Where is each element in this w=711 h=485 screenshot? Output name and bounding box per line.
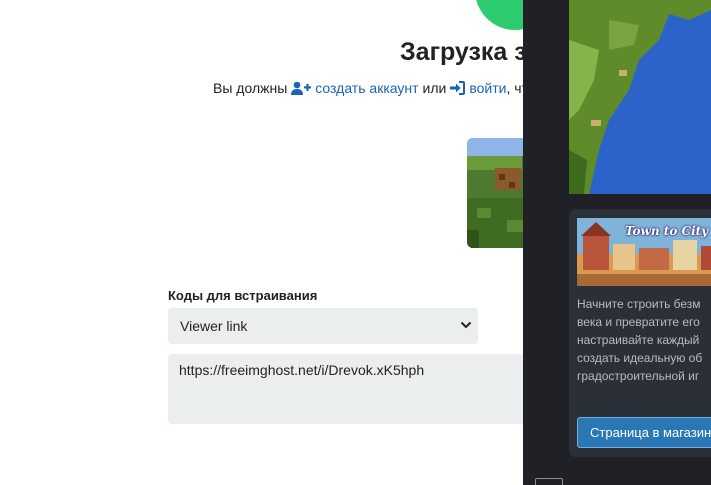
steam-overlay-panel: Town to City Начните строить безм века и…	[523, 0, 711, 485]
login-link[interactable]: войти	[450, 80, 506, 96]
login-prompt: Вы должны создать аккаунт или войти , чт	[213, 80, 528, 96]
embed-code-selected: Viewer link	[180, 318, 248, 334]
create-account-link[interactable]: создать аккаунт	[291, 80, 419, 96]
overlay-bottom-icon[interactable]	[535, 478, 563, 485]
sign-in-icon	[450, 81, 466, 95]
embed-code-select[interactable]: Viewer link	[168, 308, 478, 344]
store-page-button[interactable]: Страница в магазин	[577, 417, 711, 448]
embed-code-textarea[interactable]: https://freeimghost.net/i/Drevok.xK5hph	[168, 354, 528, 424]
create-account-label: создать аккаунт	[315, 80, 419, 96]
store-promo-card: Town to City Начните строить безм века и…	[569, 209, 711, 457]
embed-codes-label: Коды для встраивания	[168, 288, 318, 303]
game-screenshot	[569, 0, 711, 194]
page-title: Загрузка з	[400, 38, 527, 66]
game-banner-image: Town to City	[577, 218, 711, 286]
game-logo-text: Town to City	[625, 224, 709, 238]
login-prompt-prefix: Вы должны	[213, 80, 288, 96]
game-description: Начните строить безм века и превратите е…	[577, 297, 703, 383]
user-plus-icon	[291, 81, 312, 95]
login-prompt-or: или	[422, 80, 447, 96]
upload-page: Загрузка з Вы должны создать аккаунт или…	[0, 0, 711, 485]
login-label: войти	[469, 80, 507, 96]
chevron-down-icon	[460, 321, 472, 329]
